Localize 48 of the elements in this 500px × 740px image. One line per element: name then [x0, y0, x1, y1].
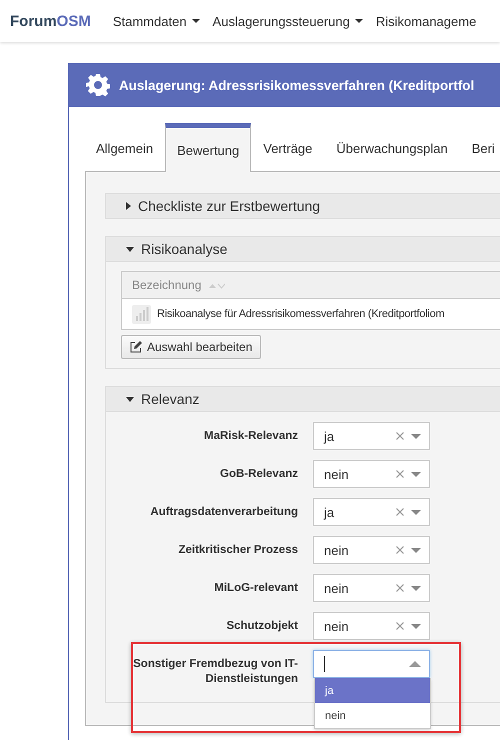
select-field[interactable]: nein: [313, 536, 430, 564]
table-cell: Risikoanalyse für Adressrisikomessverfahren (Kreditportfoliom: [157, 308, 444, 320]
clear-icon[interactable]: [396, 432, 404, 440]
tab[interactable]: Beri: [460, 123, 500, 172]
field-label: Schutzobjekt: [225, 619, 298, 634]
dropdown-option[interactable]: nein: [315, 703, 430, 728]
edit-icon: [130, 341, 142, 353]
bar-chart-icon: [132, 304, 151, 324]
tab[interactable]: Bewertung: [165, 123, 252, 172]
section-header[interactable]: Checkliste zur Erstbewertung: [106, 194, 500, 218]
gear-icon: [86, 73, 110, 97]
caret-icon: [411, 472, 421, 476]
caret-icon: [411, 510, 421, 514]
clear-icon[interactable]: [396, 584, 404, 592]
select-field[interactable]: [313, 650, 430, 678]
select-field[interactable]: nein: [313, 574, 430, 602]
section-header[interactable]: Risikoanalyse: [106, 237, 500, 261]
clear-icon[interactable]: [396, 508, 404, 516]
nav-menu-item[interactable]: Stammdaten: [112, 14, 200, 28]
select-field[interactable]: nein: [313, 612, 430, 640]
sort-icon: [209, 282, 226, 289]
caret-icon: [411, 548, 421, 552]
field-label: GoB-Relevanz: [219, 467, 298, 482]
tab[interactable]: Allgemein: [84, 123, 166, 172]
brand-logo[interactable]: ForumOSM: [10, 12, 91, 30]
caret-icon: [409, 661, 421, 667]
select-field[interactable]: ja: [313, 422, 430, 450]
select-field[interactable]: nein: [313, 460, 430, 488]
tab[interactable]: Verträge: [251, 123, 324, 172]
dialog-title: Auslagerung: Adressrisikomessverfahren (Kreditportfol: [119, 78, 474, 92]
field-label: MaRisk-Relevanz: [203, 429, 298, 444]
edit-selection-button[interactable]: Auswahl bearbeiten: [121, 335, 262, 359]
caret-icon: [411, 434, 421, 438]
field-label: Sonstiger Fremdbezug von IT-Dienstleistungen: [132, 657, 298, 687]
clear-icon[interactable]: [396, 470, 404, 478]
clear-icon[interactable]: [396, 622, 404, 630]
field-label: MiLoG-relevant: [213, 581, 298, 596]
field-label: Auftragsdatenverarbeitung: [149, 505, 298, 520]
field-label: Zeitkritischer Prozess: [177, 543, 298, 558]
clear-icon[interactable]: [396, 546, 404, 554]
section-header[interactable]: Relevanz: [106, 387, 500, 411]
caret-icon: [411, 586, 421, 590]
nav-menu-item[interactable]: Auslagerungssteuerung: [212, 14, 363, 28]
caret-icon: [411, 624, 421, 628]
nav-menu-item[interactable]: Risikomanageme: [376, 14, 476, 28]
tab[interactable]: Überwachungsplan: [324, 123, 460, 172]
select-field[interactable]: ja: [313, 498, 430, 526]
dropdown-option[interactable]: ja: [315, 678, 430, 703]
